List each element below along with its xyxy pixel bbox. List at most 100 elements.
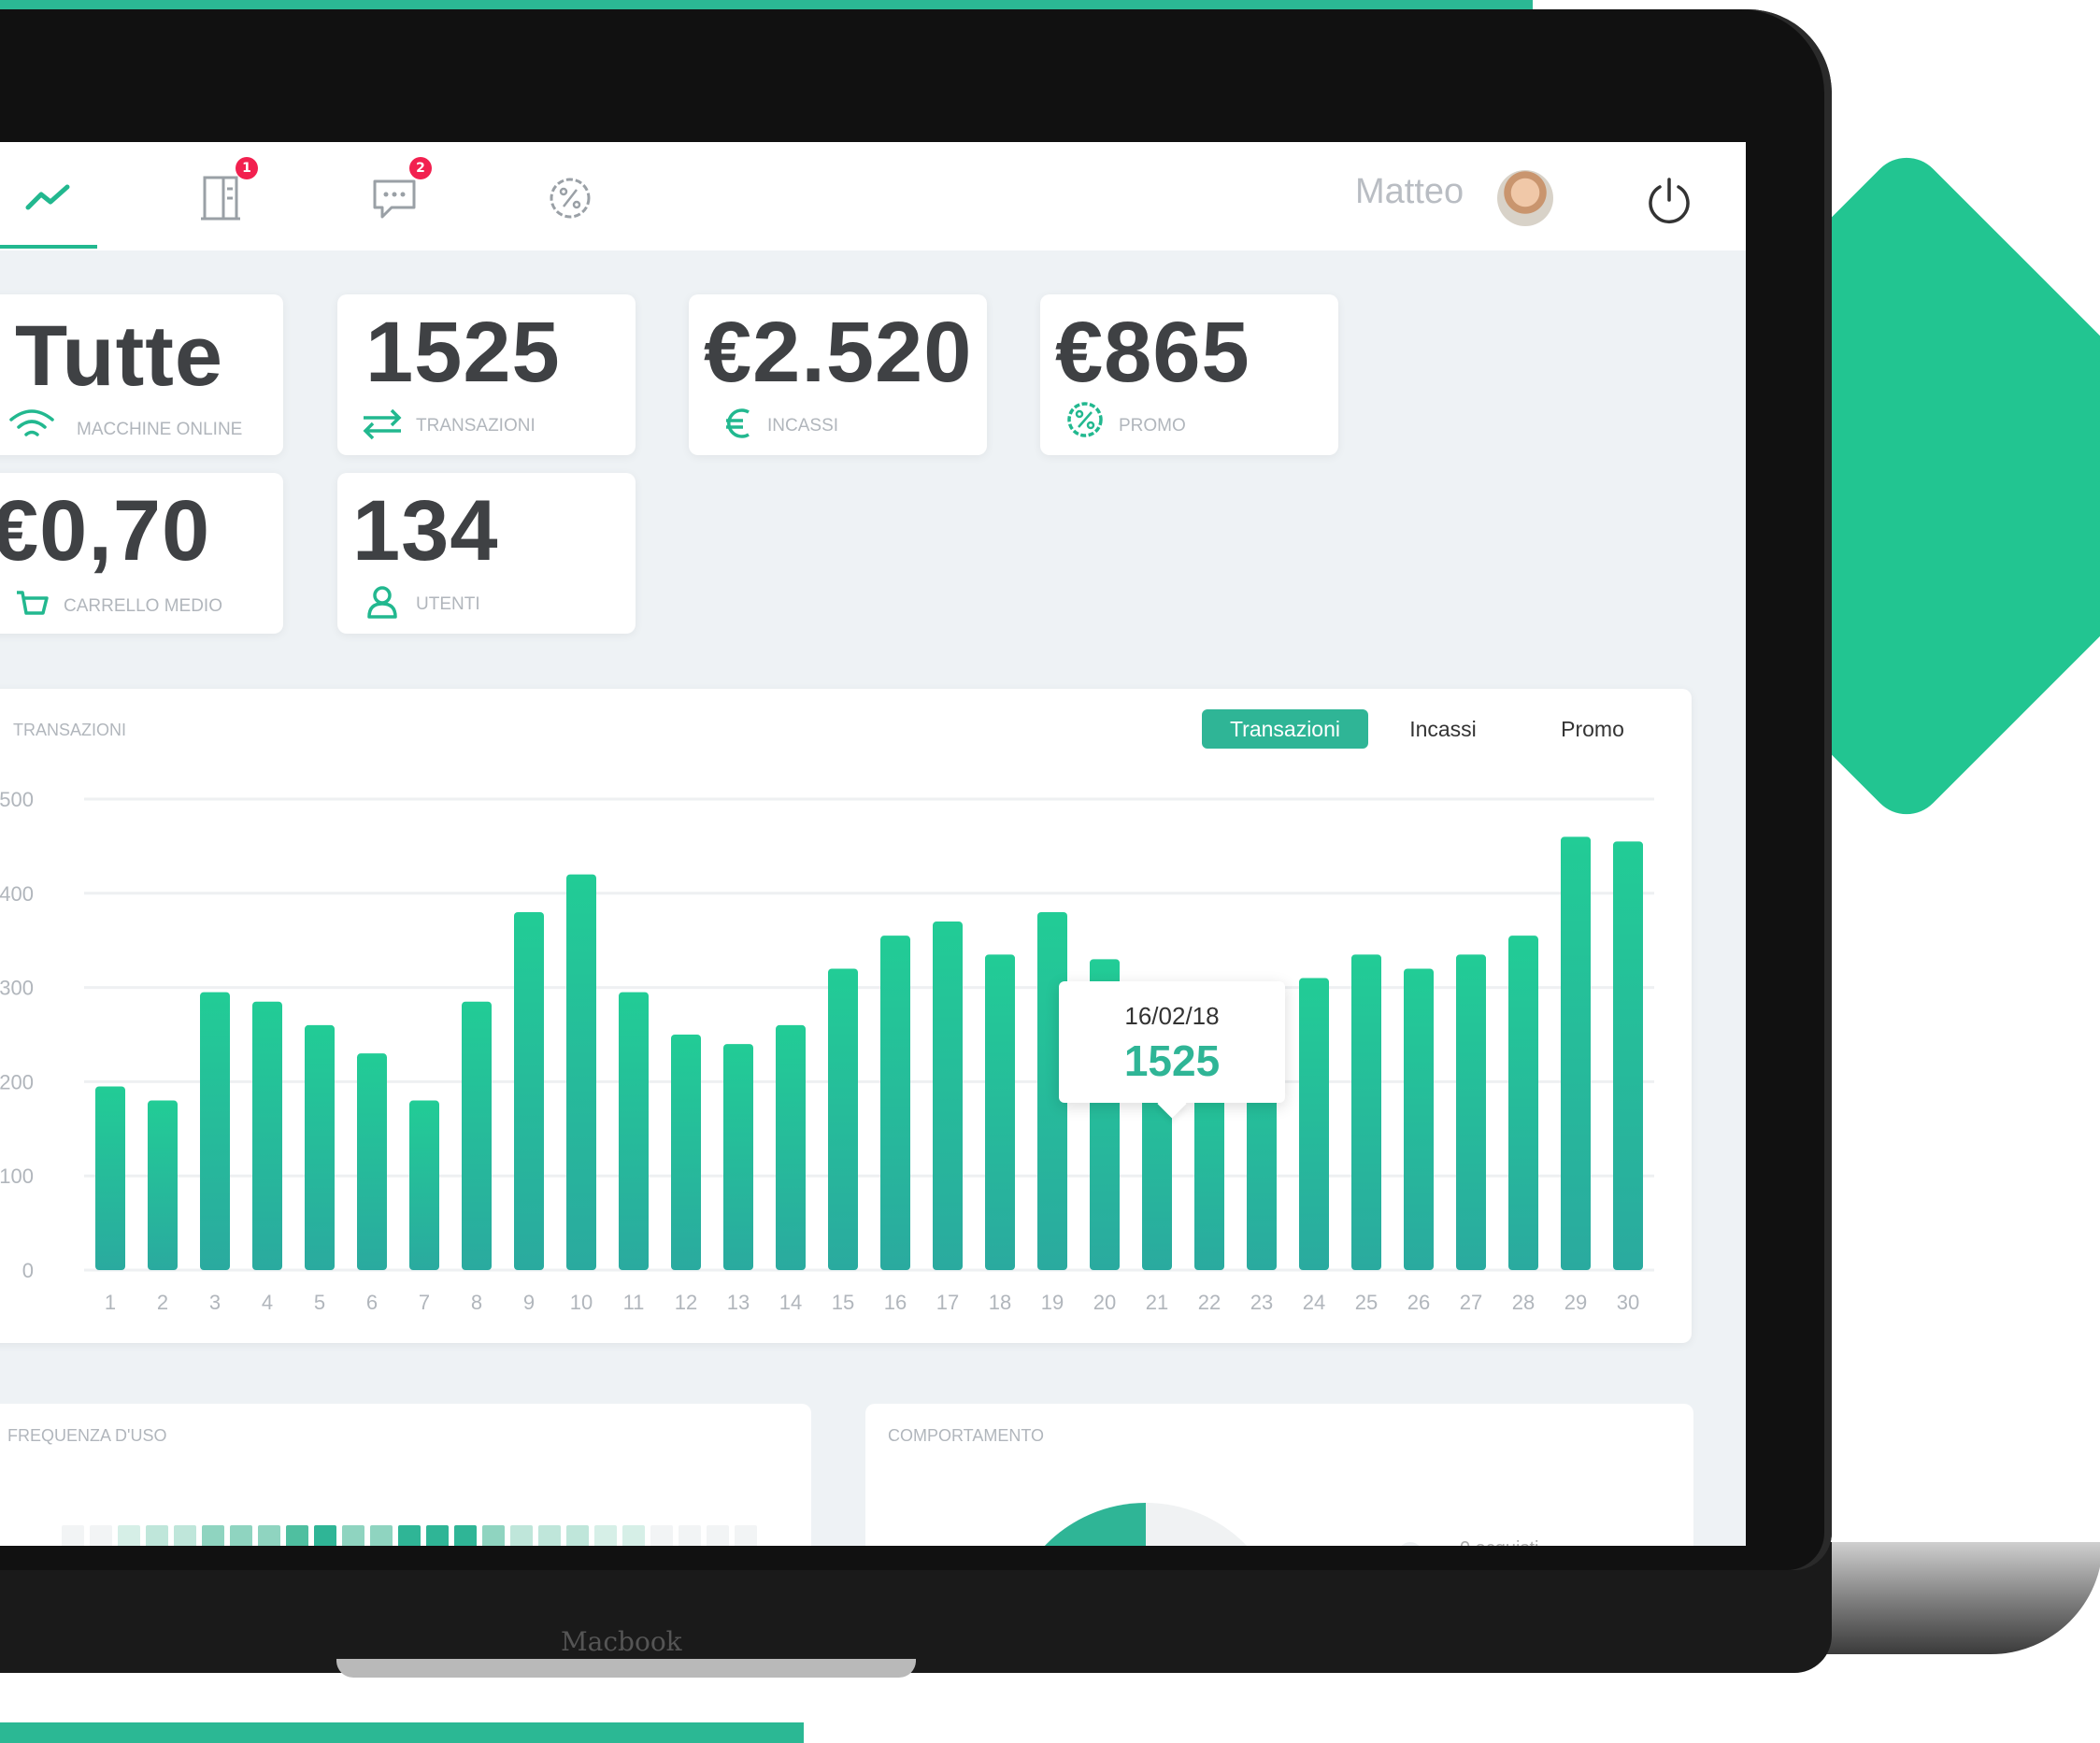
frequency-card: FREQUENZA D'USO — [0, 1404, 811, 1546]
bar-day-7[interactable] — [409, 1100, 439, 1270]
bar-day-15[interactable] — [828, 968, 858, 1270]
kpi-value: €0,70 — [0, 483, 211, 579]
x-tick-label: 25 — [1355, 1291, 1378, 1314]
kpi-label: MACCHINE ONLINE — [77, 420, 243, 439]
heatmap-cell — [398, 1525, 421, 1546]
bar-day-27[interactable] — [1456, 954, 1486, 1270]
power-icon[interactable] — [1645, 176, 1693, 224]
kpi-label: CARRELLO MEDIO — [64, 596, 222, 616]
top-bar: 1 2 Matteo — [0, 142, 1746, 250]
x-tick-label: 2 — [157, 1291, 168, 1314]
x-tick-label: 8 — [471, 1291, 482, 1314]
x-tick-label: 1 — [105, 1291, 116, 1314]
laptop-hinge — [336, 1659, 916, 1678]
laptop-brand: Macbook — [561, 1626, 682, 1657]
frequency-title: FREQUENZA D'USO — [7, 1426, 167, 1445]
kpi-value: €865 — [1055, 305, 1250, 400]
bar-day-12[interactable] — [671, 1035, 701, 1270]
app-screen: 1 2 Matteo Tutte MACCHINE ONLINE 1525 TR… — [0, 142, 1746, 1546]
bar-day-28[interactable] — [1508, 936, 1538, 1270]
analytics-line-icon — [25, 184, 70, 210]
percent-gear-icon — [550, 178, 591, 219]
username: Matteo — [1355, 172, 1464, 211]
heatmap-cell — [230, 1525, 252, 1546]
bar-day-8[interactable] — [462, 1001, 492, 1270]
x-tick-label: 22 — [1198, 1291, 1221, 1314]
bar-day-14[interactable] — [776, 1024, 806, 1270]
nav-messages[interactable]: 2 — [366, 157, 432, 226]
bar-day-30[interactable] — [1613, 841, 1643, 1270]
x-tick-label: 3 — [209, 1291, 221, 1314]
heatmap-cell — [342, 1525, 364, 1546]
bar-day-25[interactable] — [1351, 954, 1381, 1270]
bar-day-5[interactable] — [305, 1024, 335, 1270]
kpi-value: Tutte — [15, 308, 224, 404]
bar-day-9[interactable] — [514, 911, 544, 1270]
x-tick-label: 5 — [314, 1291, 325, 1314]
x-tick-label: 13 — [727, 1291, 750, 1314]
chat-bubble-icon — [373, 179, 416, 219]
wifi-icon — [9, 409, 54, 436]
heatmap-cell — [594, 1525, 617, 1546]
user-icon — [367, 586, 397, 619]
kpi-card-transactions: 1525 TRANSAZIONI — [337, 294, 636, 455]
legend-swatch — [1398, 1542, 1422, 1546]
bar-day-1[interactable] — [95, 1086, 125, 1270]
nav-analytics[interactable] — [22, 170, 79, 226]
x-tick-label: 17 — [936, 1291, 959, 1314]
x-tick-label: 7 — [419, 1291, 430, 1314]
bar-day-6[interactable] — [357, 1053, 387, 1270]
x-tick-label: 9 — [523, 1291, 535, 1314]
bar-day-16[interactable] — [880, 936, 910, 1270]
bar-day-4[interactable] — [252, 1001, 282, 1270]
heatmap-cell — [538, 1525, 561, 1546]
user-avatar[interactable] — [1497, 170, 1553, 226]
kpi-card-revenue: €2.520 INCASSI — [689, 294, 987, 455]
nav-promo-settings[interactable] — [542, 170, 598, 226]
x-tick-label: 27 — [1460, 1291, 1482, 1314]
heatmap-cell — [566, 1525, 589, 1546]
y-tick-label: 200 — [0, 1070, 34, 1093]
bar-chart: 01002003004005001 2 3 4 5 6 7 8 9 10 11 12 13 14 15 16 1… — [0, 788, 1654, 1314]
nav-machines[interactable]: 1 — [193, 157, 258, 226]
messages-badge: 2 — [409, 157, 432, 179]
background-band-bottom — [0, 1722, 804, 1743]
kpi-label: UTENTI — [416, 594, 480, 614]
transfer-icon — [363, 408, 402, 440]
bar-day-11[interactable] — [619, 992, 649, 1270]
x-tick-label: 18 — [989, 1291, 1011, 1314]
heatmap-cell — [90, 1525, 112, 1546]
heatmap-cell — [286, 1525, 308, 1546]
active-nav-indicator — [0, 245, 97, 249]
x-tick-label: 6 — [366, 1291, 378, 1314]
x-tick-label: 14 — [779, 1291, 802, 1314]
bar-day-18[interactable] — [985, 954, 1015, 1270]
x-tick-label: 20 — [1093, 1291, 1116, 1314]
heatmap-cell — [510, 1525, 533, 1546]
bar-day-29[interactable] — [1561, 836, 1591, 1270]
kpi-value: 134 — [352, 483, 499, 579]
bar-day-26[interactable] — [1404, 968, 1434, 1270]
heatmap-cell — [426, 1525, 449, 1546]
heatmap-cell — [146, 1525, 168, 1546]
tooltip-date: 16/02/18 — [1124, 1002, 1220, 1030]
kpi-card-promo: €865 PROMO — [1040, 294, 1338, 455]
kpi-card-users: 134 UTENTI — [337, 473, 636, 634]
x-tick-label: 23 — [1250, 1291, 1273, 1314]
bar-day-13[interactable] — [723, 1044, 753, 1270]
x-tick-label: 26 — [1407, 1291, 1430, 1314]
y-tick-label: 0 — [22, 1259, 34, 1282]
y-tick-label: 400 — [0, 882, 34, 906]
bar-day-2[interactable] — [148, 1100, 178, 1270]
heatmap-cell — [482, 1525, 505, 1546]
kpi-label: PROMO — [1119, 416, 1186, 436]
bar-day-3[interactable] — [200, 992, 230, 1270]
bar-day-10[interactable] — [566, 874, 596, 1270]
y-tick-label: 300 — [0, 977, 34, 1000]
bar-day-24[interactable] — [1299, 978, 1329, 1270]
x-tick-label: 28 — [1512, 1291, 1535, 1314]
bar-day-17[interactable] — [933, 922, 963, 1270]
heatmap-cell — [735, 1525, 757, 1546]
tooltip-value: 1525 — [1123, 1036, 1221, 1085]
x-tick-label: 30 — [1617, 1291, 1639, 1314]
